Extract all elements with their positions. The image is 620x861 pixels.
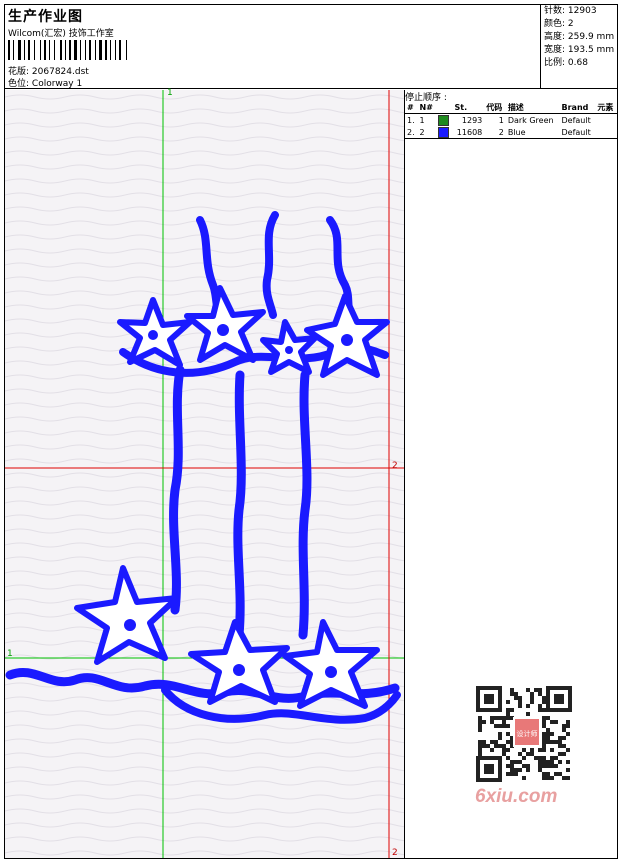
sheet-title: 生产作业图 — [8, 9, 83, 25]
flower-center-6 — [233, 664, 245, 676]
col-hash: # — [407, 102, 414, 112]
col-stitches: St. — [454, 102, 468, 112]
stat-height: 高度: 259.9 mm — [544, 32, 615, 42]
qr-center-label: 设计师 — [517, 729, 538, 738]
stat-width: 宽度: 193.5 mm — [544, 45, 615, 55]
col-swatch — [436, 101, 452, 114]
flower-center-7 — [325, 666, 337, 678]
col-code: 代码 — [486, 102, 503, 112]
stat-scale: 比例: 0.68 — [544, 58, 588, 68]
stat-colors: 颜色: 2 — [544, 19, 574, 29]
col-desc: 描述 — [507, 102, 524, 112]
marker-green-left: 1 — [7, 649, 13, 659]
col-element: 元素 — [597, 102, 614, 112]
watermark-text: 6xiu.com — [475, 786, 558, 807]
flower-center-3 — [285, 346, 293, 354]
stem-right — [298, 370, 312, 640]
col-n: N# — [419, 102, 433, 112]
colorway-value: Colorway 1 — [31, 79, 83, 89]
stop-sequence-table: # N# St. 代码 描述 Brand 元素 1. 1 1293 1 Dark… — [405, 101, 617, 139]
color-swatch — [438, 114, 450, 126]
stats-panel: 针数: 12903 颜色: 2 高度: 259.9 mm 宽度: 193.5 m… — [540, 4, 618, 88]
colorway-line: 色位: Colorway 1 — [8, 76, 82, 89]
stat-stitches: 针数: 12903 — [544, 6, 597, 16]
flower-center-1 — [148, 330, 158, 340]
flower-center-5 — [124, 619, 136, 631]
col-brand: Brand — [561, 102, 589, 112]
marker-green-top: 1 — [167, 88, 173, 98]
barcode — [8, 40, 148, 60]
colorway-label: 色位: — [8, 79, 30, 89]
marker-red-bottom: 2 — [392, 848, 398, 858]
fabric-texture — [5, 90, 404, 858]
table-row: 2. 2 11608 2 Blue Default — [405, 126, 617, 139]
stop-table-header: # N# St. 代码 描述 Brand 元素 — [405, 101, 617, 114]
header: 生产作业图 Wilcom(汇宏) 技饰工作室 花版: 2067824.dst 色… — [4, 4, 618, 89]
stem-left — [169, 365, 185, 615]
qr-code: 设计师 — [470, 680, 578, 788]
color-swatch — [438, 126, 450, 138]
marker-red-mid: 2 — [392, 461, 398, 471]
company-name: Wilcom(汇宏) 技饰工作室 — [8, 29, 114, 39]
embroidery-canvas — [5, 90, 405, 858]
table-row: 1. 1 1293 1 Dark Green Default — [407, 114, 591, 126]
embroidery-drawing — [5, 90, 404, 858]
flower-center-2 — [217, 324, 229, 336]
stem-middle — [233, 370, 246, 640]
flower-center-4 — [341, 334, 353, 346]
